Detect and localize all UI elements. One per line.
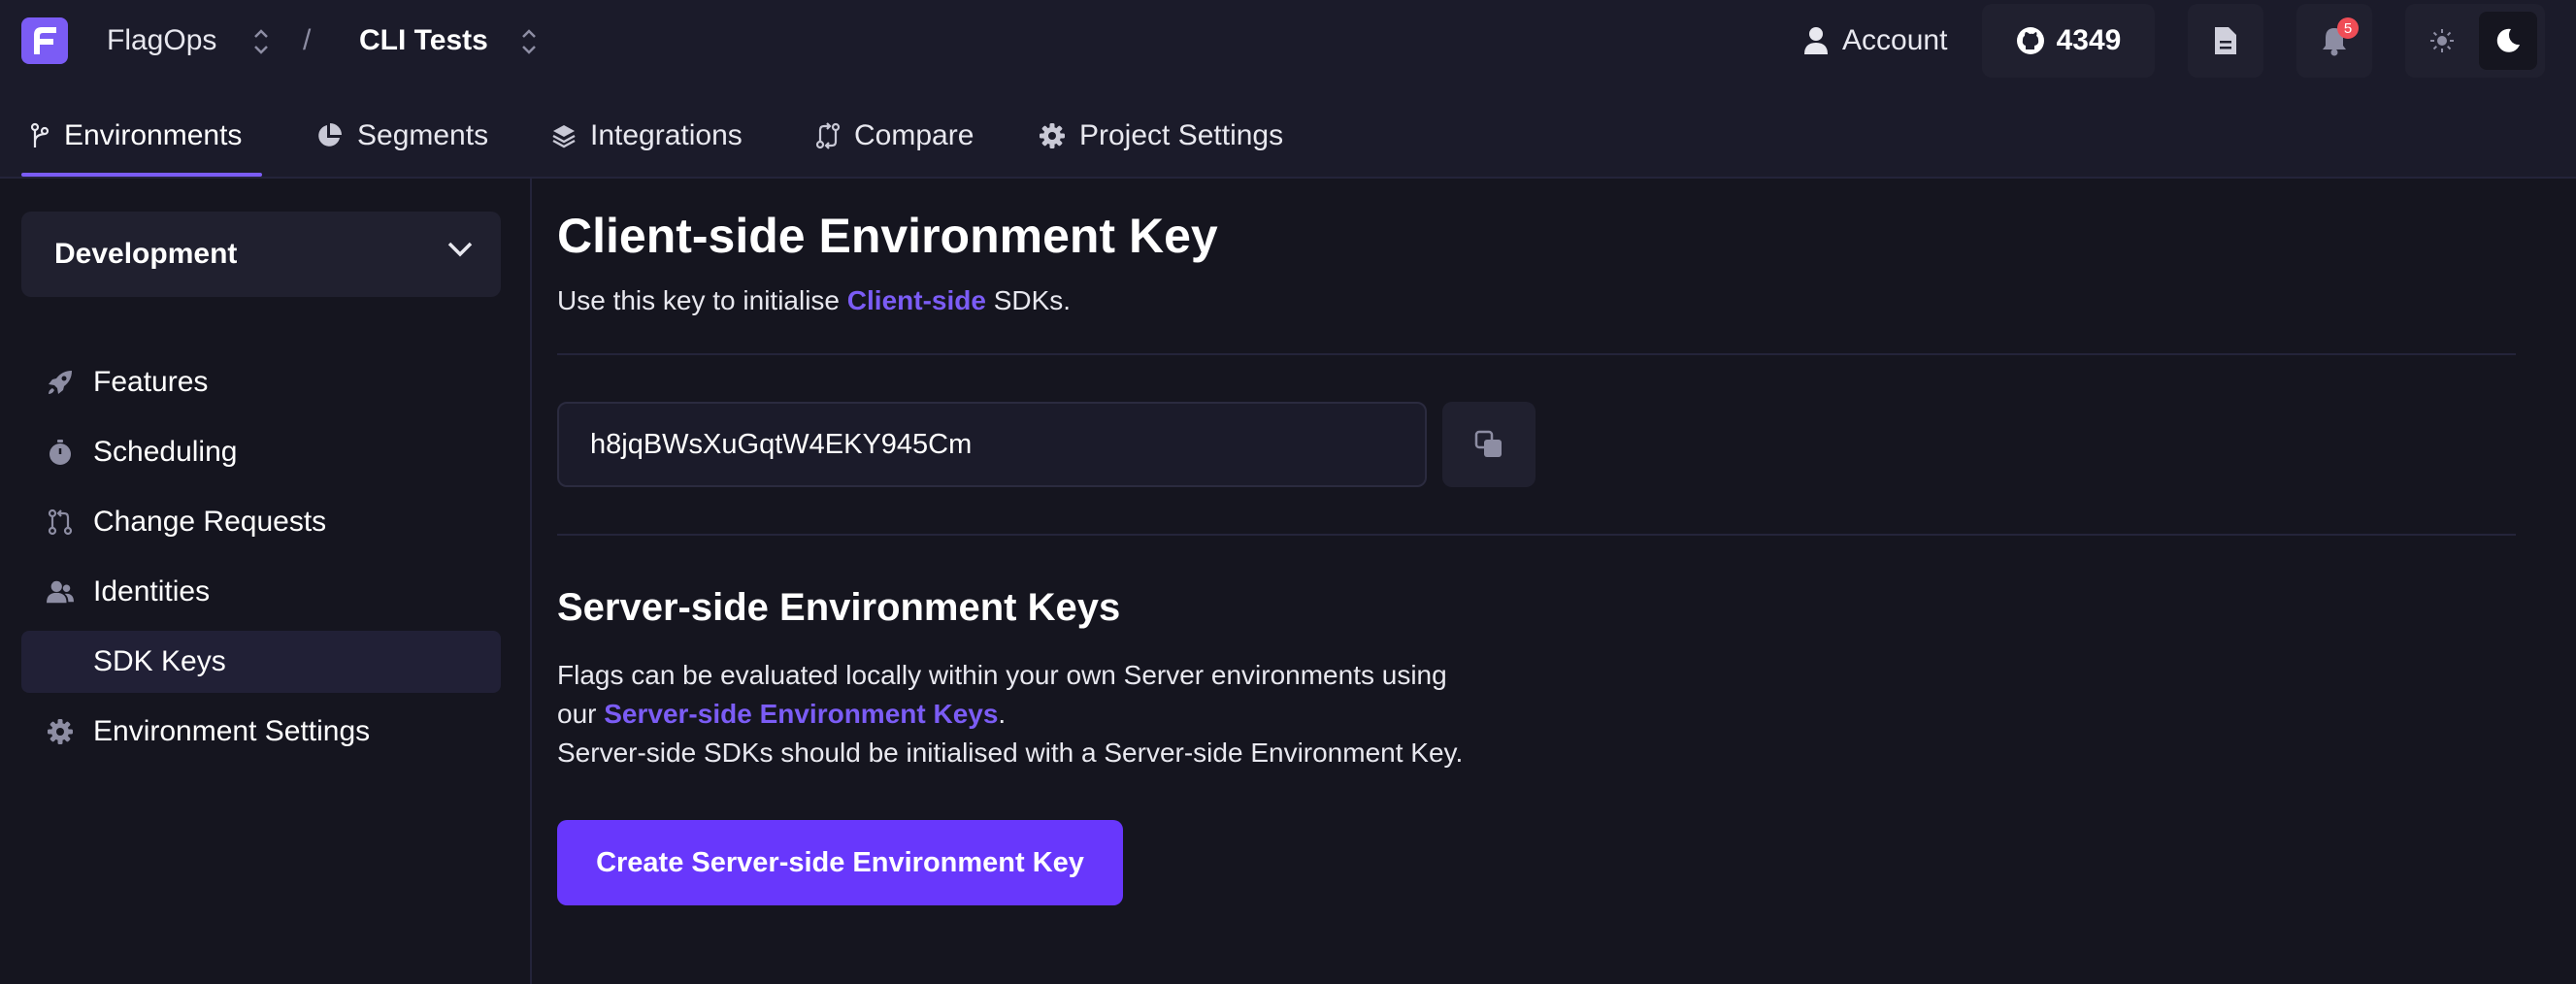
description-text: SDKs.: [985, 285, 1072, 315]
pull-request-icon: [48, 508, 73, 536]
notifications-button[interactable]: 5: [2296, 4, 2372, 78]
notification-badge: 5: [2337, 17, 2359, 39]
client-key-description: Use this key to initialise Client-side S…: [557, 285, 1071, 316]
light-mode-option[interactable]: [2413, 12, 2471, 70]
project-tabs: Environments Segments Integrations Compa…: [0, 93, 2576, 179]
server-side-keys-link[interactable]: Server-side Environment Keys: [604, 699, 998, 729]
breadcrumb-separator: /: [303, 24, 312, 56]
sidebar-item-label: SDK Keys: [93, 645, 226, 677]
server-keys-title: Server-side Environment Keys: [557, 586, 1121, 629]
environment-sidebar: Development Features Scheduling Change R…: [0, 179, 532, 984]
copy-key-button[interactable]: [1442, 402, 1536, 487]
project-name: CLI Tests: [359, 24, 488, 56]
theme-toggle[interactable]: [2405, 4, 2545, 78]
document-icon: [2215, 27, 2236, 54]
dark-mode-option[interactable]: [2479, 12, 2537, 70]
divider: [557, 353, 2516, 355]
org-selector[interactable]: FlagOps: [107, 0, 216, 82]
sidebar-item-label: Scheduling: [93, 436, 238, 468]
environment-name: Development: [54, 238, 238, 270]
sidebar-item-change-requests[interactable]: Change Requests: [21, 491, 501, 553]
client-key-value: h8jqBWsXuGqtW4EKY945Cm: [590, 428, 973, 460]
client-key-title: Client-side Environment Key: [557, 209, 1218, 263]
account-label: Account: [1842, 24, 1948, 56]
tab-compare[interactable]: Compare: [815, 93, 974, 179]
moon-icon: [2496, 28, 2520, 52]
active-tab-indicator: [21, 173, 262, 177]
org-name: FlagOps: [107, 24, 217, 56]
tab-label: Integrations: [590, 119, 743, 151]
rocket-icon: [49, 371, 72, 394]
sidebar-item-label: Environment Settings: [93, 715, 371, 747]
account-link[interactable]: Account: [1803, 0, 1947, 82]
sidebar-item-environment-settings[interactable]: Environment Settings: [21, 701, 501, 763]
sidebar-item-identities[interactable]: Identities: [21, 561, 501, 623]
sidebar-item-features[interactable]: Features: [21, 351, 501, 413]
tab-environments[interactable]: Environments: [29, 93, 242, 179]
chevron-down-icon: [447, 242, 473, 257]
chevron-updown-icon[interactable]: [250, 25, 272, 58]
tab-integrations[interactable]: Integrations: [551, 93, 743, 179]
sdk-keys-content: Client-side Environment Key Use this key…: [557, 179, 2547, 984]
flagops-logo[interactable]: [21, 17, 68, 64]
server-keys-description-line2: our Server-side Environment Keys.: [557, 699, 1006, 730]
github-stars-button[interactable]: 4349: [1982, 4, 2155, 78]
tab-label: Environments: [64, 119, 243, 151]
top-header: FlagOps / CLI Tests Account 4349 5 Envir…: [0, 0, 2576, 179]
pie-chart-icon: [318, 123, 342, 147]
sidebar-item-label: Identities: [93, 575, 211, 607]
layers-icon: [552, 125, 576, 148]
tab-label: Compare: [854, 119, 974, 151]
tab-segments[interactable]: Segments: [314, 93, 488, 179]
users-icon: [47, 580, 74, 604]
github-icon: [2016, 27, 2044, 54]
description-text: our: [557, 699, 605, 729]
compare-icon: [815, 122, 841, 149]
divider: [557, 534, 2516, 536]
tab-label: Segments: [357, 119, 489, 151]
branch-icon: [30, 122, 50, 148]
docs-button[interactable]: [2188, 4, 2263, 78]
github-star-count: 4349: [2056, 24, 2122, 56]
server-keys-description-line1: Flags can be evaluated locally within yo…: [557, 660, 1447, 690]
copy-icon: [1474, 430, 1502, 457]
environment-select[interactable]: Development: [21, 212, 501, 297]
chevron-updown-icon[interactable]: [518, 25, 540, 58]
create-server-key-button[interactable]: Create Server-side Environment Key: [557, 820, 1123, 905]
gear-icon: [1040, 123, 1065, 148]
description-text: Use this key to initialise: [557, 285, 847, 315]
user-icon: [1804, 27, 1828, 54]
client-side-link[interactable]: Client-side: [847, 285, 986, 315]
server-keys-description-line3: Server-side SDKs should be initialised w…: [557, 738, 1464, 768]
sidebar-item-label: Change Requests: [93, 506, 327, 538]
tab-project-settings[interactable]: Project Settings: [1039, 93, 1283, 179]
timer-icon: [50, 440, 71, 465]
tab-label: Project Settings: [1079, 119, 1284, 151]
client-key-field[interactable]: h8jqBWsXuGqtW4EKY945Cm: [557, 402, 1427, 487]
sidebar-item-label: Features: [93, 366, 209, 398]
sidebar-item-scheduling[interactable]: Scheduling: [21, 421, 501, 483]
description-text: .: [998, 699, 1007, 729]
project-selector[interactable]: CLI Tests: [359, 0, 488, 82]
sidebar-item-sdk-keys[interactable]: SDK Keys: [21, 631, 501, 693]
sun-icon: [2430, 29, 2454, 52]
gear-icon: [48, 719, 73, 744]
